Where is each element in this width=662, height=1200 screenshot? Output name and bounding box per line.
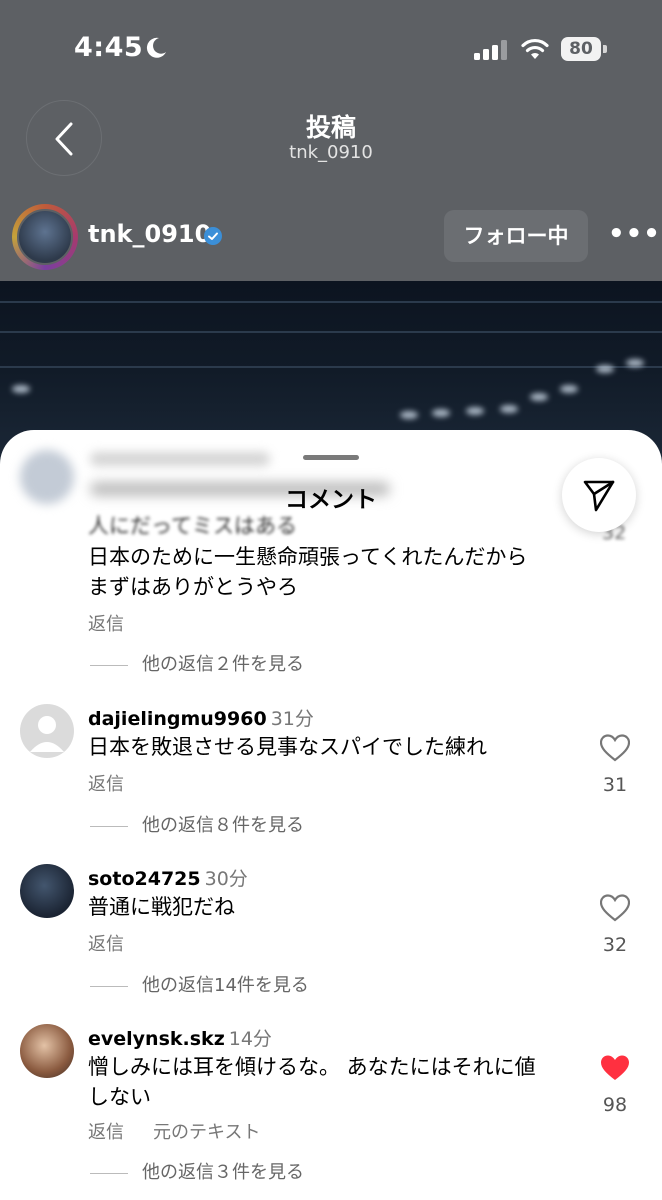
page-title: 投稿 [305,113,356,142]
verified-badge-icon [204,227,222,245]
moon-icon [146,37,166,58]
view-more-replies[interactable]: 他の返信８件を見る [90,811,304,837]
status-bar: 4:45 80 [0,0,662,100]
avatar[interactable] [20,864,74,918]
reply-button[interactable]: 返信 [88,1118,124,1144]
like-count: 32 [602,934,628,956]
reply-button[interactable]: 返信 [88,610,124,636]
share-button[interactable] [562,458,636,532]
comment-text: 憎しみには耳を傾けるな。 あなたにはそれに値 しない [88,1055,536,1109]
comment-time: 31分 [270,708,314,730]
battery-level: 80 [561,37,601,61]
view-more-replies[interactable]: 他の返信14件を見る [90,971,309,997]
author-row: tnk_0910 フォロー中 ••• [0,200,662,276]
sheet-grabber[interactable] [303,455,359,460]
comment-text: 普通に戦犯だね [88,895,235,919]
heart-icon[interactable] [600,734,630,762]
cellular-signal-icon [474,40,507,60]
default-user-icon [30,716,64,752]
comments-sheet: コメント 人にだってミスはある 32 日本のために一生懸命頑張ってくれたんだから… [0,430,662,1200]
view-more-replies[interactable]: 他の返信２件を見る [90,650,304,676]
avatar[interactable] [20,1024,74,1078]
comment-time: 14分 [228,1028,272,1050]
status-time: 4:45 [74,32,144,63]
post-header: 投稿 tnk_0910 [0,96,662,186]
comment-text-partial: 人にだってミスはある [88,514,297,538]
author-avatar[interactable] [12,204,78,270]
comment-username[interactable]: dajielingmu9960 31分 [88,704,314,731]
heart-icon[interactable] [600,894,630,922]
comment-text: 日本のために一生懸命頑張ってくれたんだから まずはありがとうやろ [88,545,528,599]
following-button[interactable]: フォロー中 [444,210,588,262]
more-options-icon[interactable]: ••• [608,221,660,247]
page-subtitle: tnk_0910 [289,142,373,163]
battery-icon: 80 [561,37,607,61]
wifi-icon [521,38,549,59]
reply-button[interactable]: 返信 [88,930,124,956]
like-count: 98 [602,1094,628,1116]
like-count: 31 [602,774,628,796]
send-icon [583,480,615,512]
comment-username[interactable]: evelynsk.skz 14分 [88,1024,272,1051]
avatar[interactable] [20,704,74,758]
author-username[interactable]: tnk_0910 [88,220,211,248]
comment-time: 30分 [204,868,248,890]
comment-username[interactable]: soto24725 30分 [88,864,248,891]
heart-filled-icon[interactable] [600,1054,630,1082]
view-more-replies[interactable]: 他の返信３件を見る [90,1158,304,1184]
comment-text: 日本を敗退させる見事なスパイでした練れ [88,735,487,759]
see-original-text-button[interactable]: 元のテキスト [153,1118,260,1144]
reply-button[interactable]: 返信 [88,770,124,796]
